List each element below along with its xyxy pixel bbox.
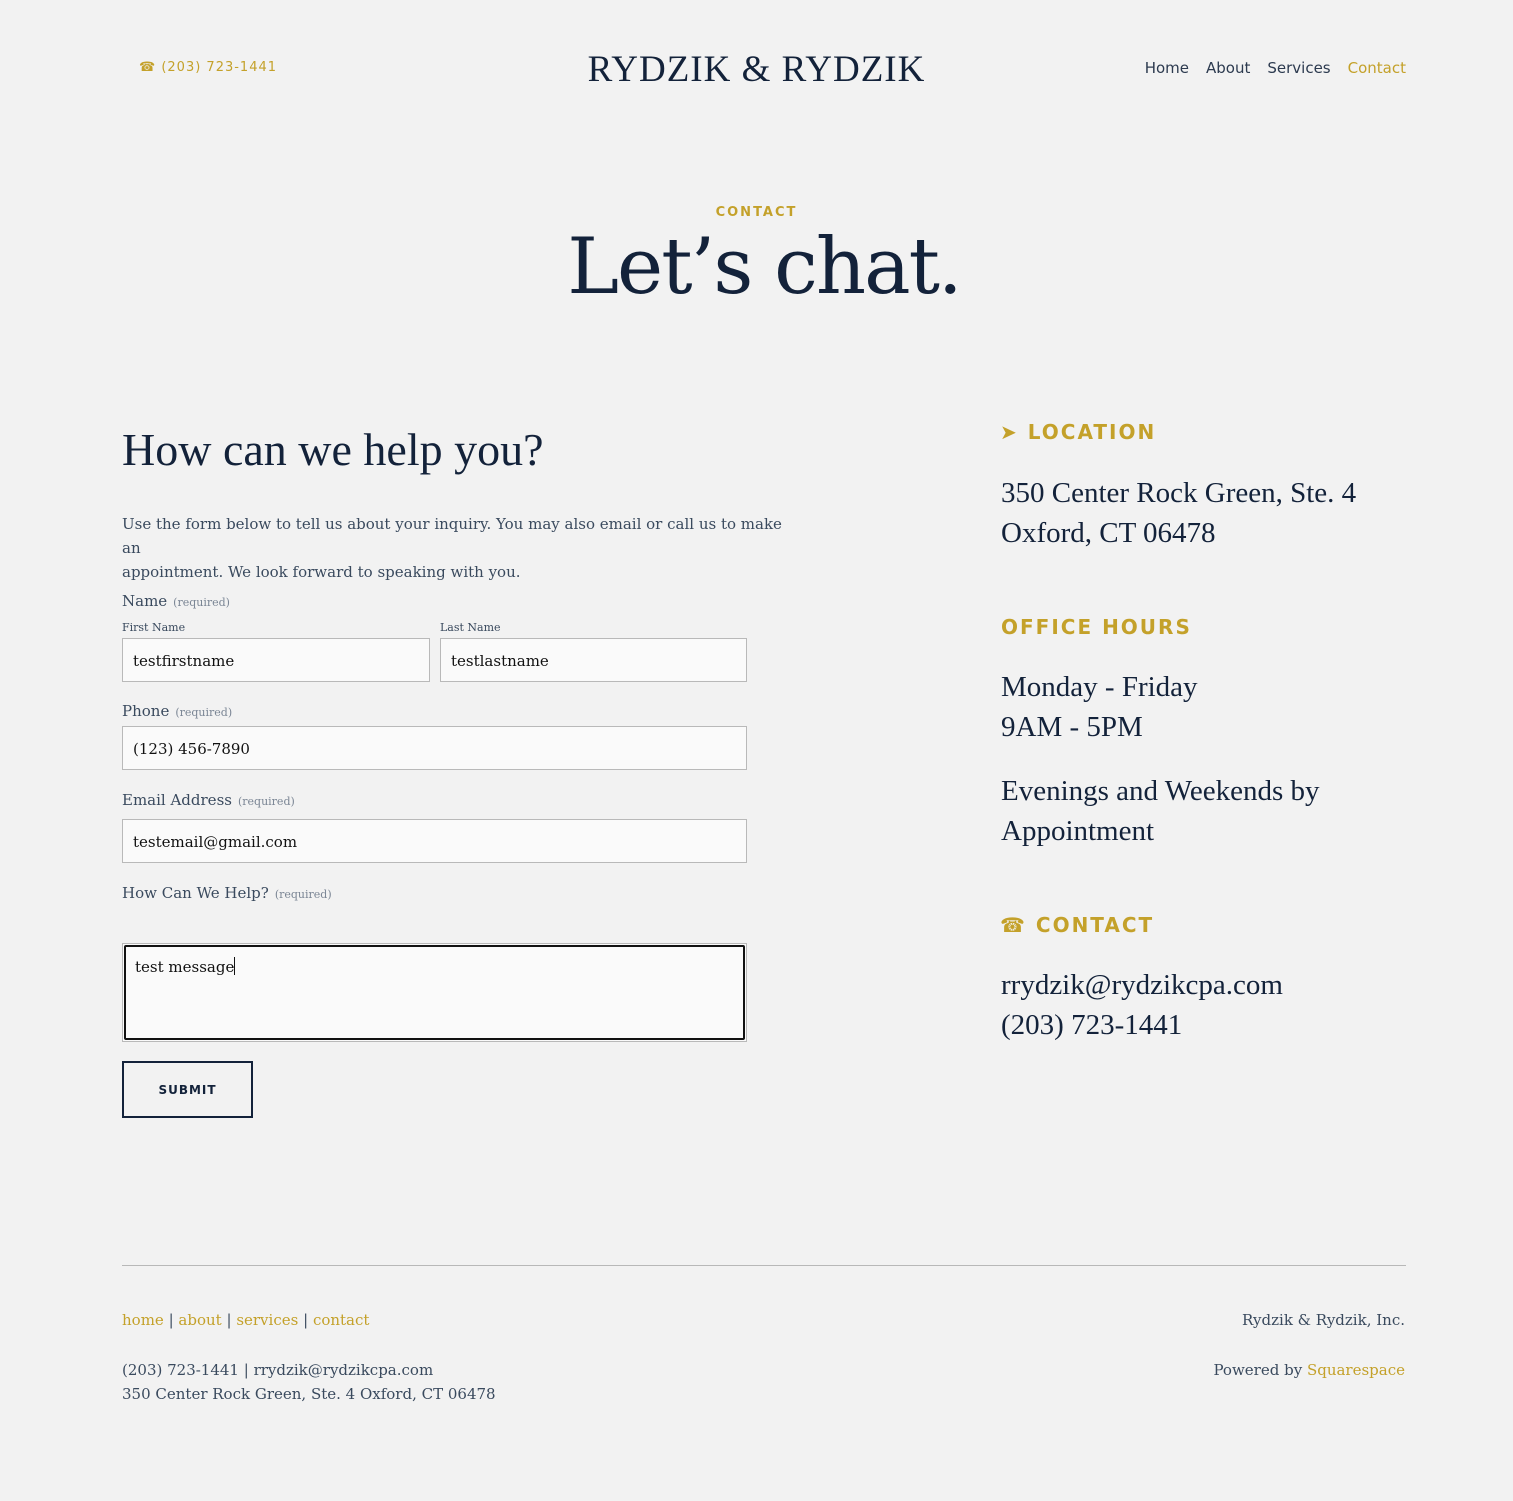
office-hours: Monday - Friday 9AM - 5PM bbox=[1001, 667, 1198, 747]
contact-email[interactable]: rrydzik@rydzikcpa.com bbox=[1001, 965, 1283, 1005]
email-label-text: Email Address bbox=[122, 791, 232, 809]
name-label: Name (required) bbox=[122, 592, 230, 610]
contact-heading-text: CONTACT bbox=[1035, 913, 1155, 937]
nav-services[interactable]: Services bbox=[1267, 59, 1330, 77]
hours-extra-line-1: Evenings and Weekends by bbox=[1001, 775, 1320, 807]
help-label-text: How Can We Help? bbox=[122, 884, 269, 902]
contact-details: rrydzik@rydzikcpa.com (203) 723-1441 bbox=[1001, 965, 1283, 1045]
first-name-label: First Name bbox=[122, 621, 186, 634]
powered-by-text: Powered by bbox=[1213, 1361, 1307, 1379]
location-address: 350 Center Rock Green, Ste. 4 Oxford, CT… bbox=[1001, 473, 1356, 553]
form-intro-line-1: Use the form below to tell us about your… bbox=[122, 515, 782, 557]
text-cursor bbox=[234, 957, 236, 975]
address-line-1: 350 Center Rock Green, Ste. 4 bbox=[1001, 477, 1357, 509]
location-heading-text: LOCATION bbox=[1027, 420, 1157, 444]
squarespace-link[interactable]: Squarespace bbox=[1307, 1361, 1405, 1379]
footer-link-contact[interactable]: contact bbox=[313, 1311, 370, 1329]
required-note: (required) bbox=[237, 795, 295, 808]
required-note: (required) bbox=[274, 888, 332, 901]
footer-contact-line: (203) 723-1441 | rrydzik@rydzikcpa.com bbox=[122, 1361, 434, 1379]
main-nav: Home About Services Contact bbox=[1145, 59, 1406, 77]
address-line-2: Oxford, CT 06478 bbox=[1001, 517, 1216, 549]
footer-powered: Powered by Squarespace bbox=[1213, 1358, 1405, 1382]
footer-link-about[interactable]: about bbox=[178, 1311, 221, 1329]
footer-separator: | bbox=[226, 1311, 232, 1329]
nav-home[interactable]: Home bbox=[1145, 59, 1189, 77]
submit-button[interactable]: SUBMIT bbox=[122, 1061, 253, 1118]
footer-link-home[interactable]: home bbox=[122, 1311, 164, 1329]
contact-phone[interactable]: (203) 723-1441 bbox=[1001, 1005, 1283, 1045]
name-label-text: Name bbox=[122, 592, 168, 610]
last-name-field[interactable]: testlastname bbox=[440, 638, 747, 682]
phone-field[interactable]: (123) 456-7890 bbox=[122, 726, 747, 770]
footer-separator: | bbox=[168, 1311, 174, 1329]
contact-form-section: How can we help you? Use the form below … bbox=[122, 420, 802, 584]
last-name-label: Last Name bbox=[440, 621, 501, 634]
hours-time: 9AM - 5PM bbox=[1001, 711, 1143, 743]
form-intro-line-2: appointment. We look forward to speaking… bbox=[122, 563, 521, 581]
footer-company: Rydzik & Rydzik, Inc. bbox=[1242, 1311, 1405, 1329]
form-intro: Use the form below to tell us about your… bbox=[122, 512, 802, 584]
hours-days: Monday - Friday bbox=[1001, 671, 1198, 703]
email-field[interactable]: testemail@gmail.com bbox=[122, 819, 747, 863]
contact-heading: ☎ CONTACT bbox=[1000, 913, 1154, 937]
footer-contact: (203) 723-1441 | rrydzik@rydzikcpa.com 3… bbox=[122, 1358, 496, 1406]
help-label: How Can We Help? (required) bbox=[122, 884, 332, 902]
location-arrow-icon: ➤ bbox=[1000, 420, 1019, 444]
office-hours-heading: OFFICE HOURS bbox=[1001, 615, 1192, 639]
message-field[interactable]: test message bbox=[124, 945, 745, 1040]
hours-extra-line-2: Appointment bbox=[1001, 815, 1155, 847]
footer-link-services[interactable]: services bbox=[236, 1311, 298, 1329]
message-field-wrapper: test message bbox=[122, 943, 747, 1042]
footer-divider bbox=[122, 1265, 1406, 1266]
location-heading: ➤ LOCATION bbox=[1000, 420, 1156, 444]
phone-label: Phone (required) bbox=[122, 702, 232, 720]
footer-links: home | about | services | contact bbox=[122, 1308, 369, 1332]
page-title: Let’s chat. bbox=[567, 222, 962, 312]
form-heading: How can we help you? bbox=[122, 424, 544, 475]
required-note: (required) bbox=[175, 706, 233, 719]
phone-icon: ☎ bbox=[1000, 913, 1027, 937]
required-note: (required) bbox=[173, 596, 230, 609]
first-name-field[interactable]: testfirstname bbox=[122, 638, 430, 682]
footer-address-line: 350 Center Rock Green, Ste. 4 Oxford, CT… bbox=[122, 1385, 496, 1403]
site-header: ☎ (203) 723-1441 RYDZIK & RYDZIK Home Ab… bbox=[0, 0, 1513, 140]
nav-about[interactable]: About bbox=[1206, 59, 1250, 77]
phone-label-text: Phone bbox=[122, 702, 170, 720]
email-label: Email Address (required) bbox=[122, 791, 295, 809]
hero-kicker: CONTACT bbox=[715, 205, 798, 220]
message-text: test message bbox=[135, 958, 235, 976]
footer-separator: | bbox=[303, 1311, 309, 1329]
hours-extra: Evenings and Weekends by Appointment bbox=[1001, 771, 1319, 851]
nav-contact[interactable]: Contact bbox=[1348, 59, 1406, 77]
